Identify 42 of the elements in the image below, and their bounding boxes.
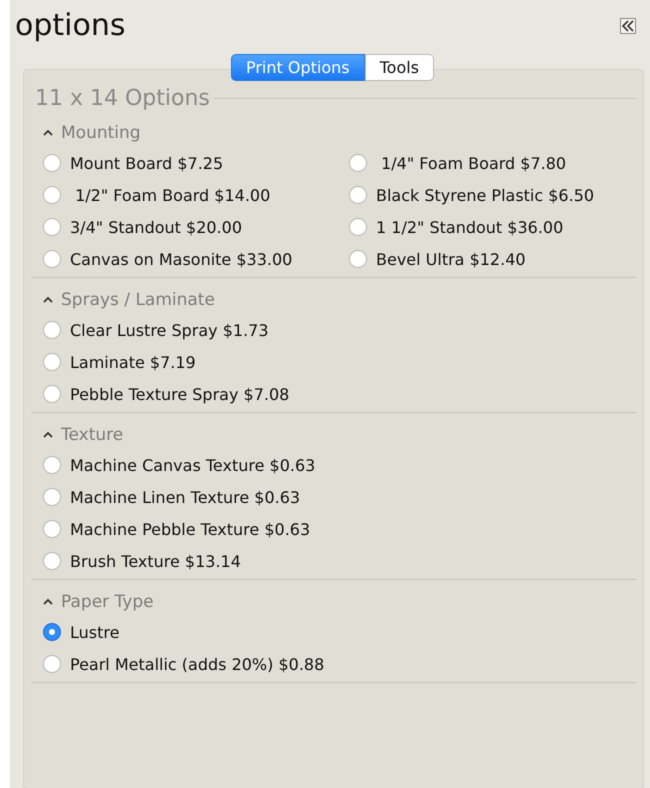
option-label[interactable]: Pebble Texture Spray $7.08 xyxy=(70,384,290,404)
radio-button[interactable] xyxy=(349,218,367,236)
tab[interactable]: Tools xyxy=(364,54,434,81)
collapse-icon[interactable] xyxy=(620,18,636,34)
radio-button[interactable] xyxy=(43,186,61,204)
chevron-icon[interactable] xyxy=(43,129,53,137)
option-label[interactable]: 3/4" Standout $20.00 xyxy=(70,218,242,236)
option-label[interactable]: Lustre xyxy=(70,622,120,642)
radio-button[interactable] xyxy=(43,488,61,506)
option-label[interactable]: Brush Texture $13.14 xyxy=(70,552,241,570)
option-label[interactable]: Pearl Metallic (adds 20%) $0.88 xyxy=(70,654,324,674)
radio-button[interactable] xyxy=(43,154,61,172)
radio-button[interactable] xyxy=(43,552,61,570)
option-label[interactable]: Bevel Ultra $12.40 xyxy=(376,250,526,268)
option-label[interactable]: Machine Canvas Texture $0.63 xyxy=(70,456,316,474)
option-label[interactable]: Clear Lustre Spray $1.73 xyxy=(70,320,269,340)
radio-button[interactable] xyxy=(43,353,61,371)
radio-button[interactable] xyxy=(43,623,61,641)
chevron-icon[interactable] xyxy=(43,598,53,606)
panel-title: options xyxy=(15,7,126,45)
radio-button[interactable] xyxy=(43,250,61,268)
option-label[interactable]: Mount Board $7.25 xyxy=(70,154,224,172)
option-label[interactable]: Canvas on Masonite $33.00 xyxy=(70,250,292,268)
chevron-icon[interactable] xyxy=(43,296,53,304)
radio-button[interactable] xyxy=(349,186,367,204)
option-label[interactable]: Machine Pebble Texture $0.63 xyxy=(70,520,310,538)
radio-button[interactable] xyxy=(349,250,367,268)
option-label[interactable]: 1/4" Foam Board $7.80 xyxy=(376,154,566,172)
option-label[interactable]: 1 1/2" Standout $36.00 xyxy=(376,218,564,236)
option-label[interactable]: Black Styrene Plastic $6.50 xyxy=(376,186,594,204)
radio-button[interactable] xyxy=(43,456,61,474)
radio-button[interactable] xyxy=(43,385,61,403)
option-label[interactable]: 1/2" Foam Board $14.00 xyxy=(70,186,270,204)
option-label[interactable]: Machine Linen Texture $0.63 xyxy=(70,488,300,506)
radio-button[interactable] xyxy=(43,520,61,538)
radio-button[interactable] xyxy=(43,655,61,673)
group-title: 11 x 14 Options xyxy=(34,86,210,111)
radio-button[interactable] xyxy=(349,154,367,172)
chevron-icon[interactable] xyxy=(43,431,53,439)
option-label[interactable]: Laminate $7.19 xyxy=(70,352,196,372)
radio-button[interactable] xyxy=(43,321,61,339)
radio-button[interactable] xyxy=(43,218,61,236)
